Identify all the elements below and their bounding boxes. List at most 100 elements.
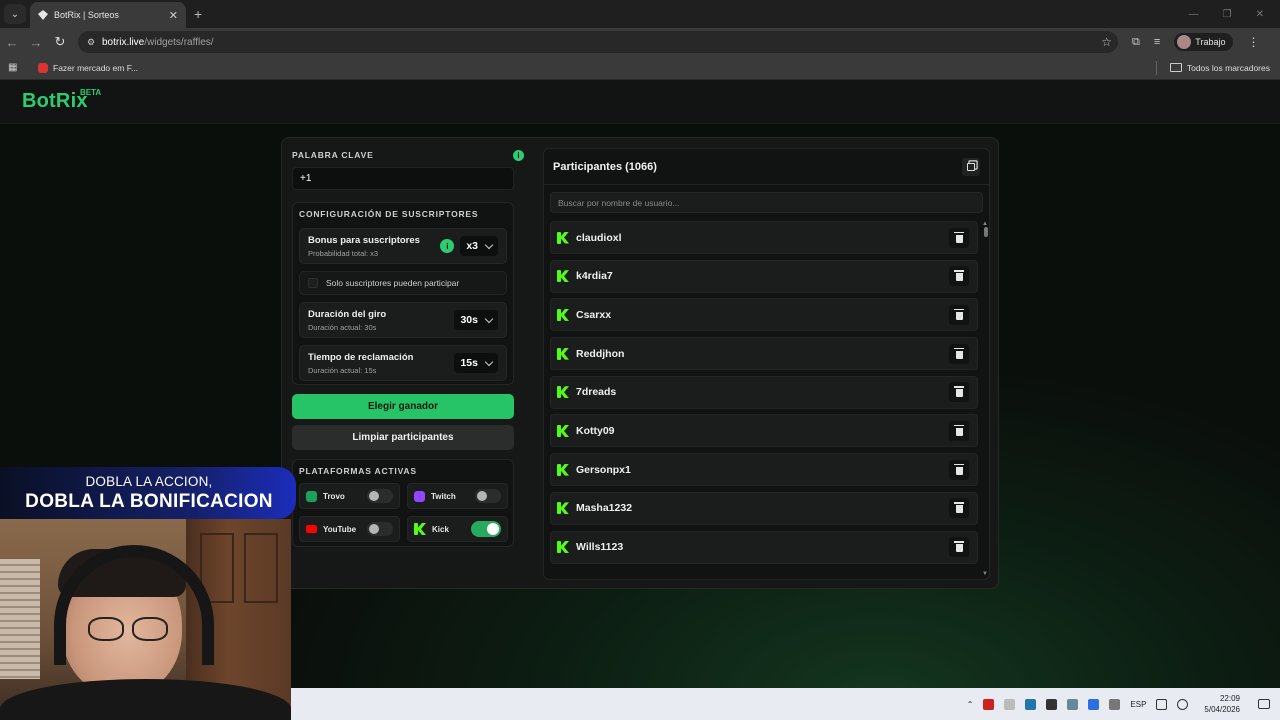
bookmarks-divider: [1155, 60, 1157, 75]
all-bookmarks-link[interactable]: Todos los marcadores: [1187, 63, 1270, 73]
participant-name: Wills1123: [576, 541, 624, 553]
platforms-label: PLATAFORMAS ACTIVAS: [299, 466, 417, 476]
apps-grid-icon[interactable]: ▦: [8, 62, 22, 73]
claim-time-select[interactable]: 15s: [454, 353, 498, 373]
list-item[interactable]: Kotty09: [550, 414, 978, 448]
participant-list: claudioxl k4rdia7 Csarxx Reddjhon 7dread…: [550, 221, 978, 569]
trovo-icon: [306, 490, 317, 502]
wifi-icon[interactable]: [1156, 698, 1168, 710]
twitch-icon: [414, 490, 425, 502]
list-item[interactable]: Gersonpx1: [550, 453, 978, 487]
browser-tab[interactable]: BotRix | Sorteos ✕: [30, 2, 186, 28]
delete-button[interactable]: [949, 459, 969, 480]
shield-icon[interactable]: [1004, 698, 1016, 710]
platform-twitch: Twitch: [407, 483, 508, 509]
minimize-icon[interactable]: —: [1189, 9, 1199, 20]
copy-button[interactable]: [962, 157, 980, 176]
volume-icon[interactable]: [1177, 698, 1189, 710]
scroll-up-icon[interactable]: ▲: [982, 221, 988, 227]
browser-tabbar: ⌄ BotRix | Sorteos ✕ + — ❐ ✕: [0, 0, 1280, 28]
site-header: BotRix BETA: [0, 80, 1280, 124]
claim-time-value: 15s: [460, 357, 478, 369]
close-window-icon[interactable]: ✕: [1256, 9, 1264, 20]
list-item[interactable]: Masha1232: [550, 491, 978, 525]
delete-button[interactable]: [949, 304, 969, 325]
forward-icon[interactable]: →: [24, 35, 48, 50]
list-item[interactable]: k4rdia7: [550, 259, 978, 293]
tab-close-icon[interactable]: ✕: [169, 9, 178, 22]
pick-winner-button[interactable]: Elegir ganador: [292, 394, 514, 419]
delete-button[interactable]: [949, 382, 969, 403]
delete-button[interactable]: [949, 343, 969, 364]
kick-icon: [557, 308, 569, 321]
trovo-toggle[interactable]: [367, 489, 393, 503]
reload-icon[interactable]: ↻: [48, 34, 72, 50]
show-hidden-icons-icon[interactable]: ⌃: [967, 700, 974, 709]
platform-youtube: YouTube: [299, 516, 400, 542]
list-item[interactable]: claudioxl: [550, 221, 978, 254]
media-queue-icon[interactable]: ≡: [1154, 36, 1160, 48]
delete-button[interactable]: [949, 537, 969, 557]
trash-icon: [954, 270, 964, 282]
address-bar[interactable]: ⚙ botrix.live/widgets/raffles/ ☆: [78, 31, 1118, 53]
network-app-icon[interactable]: [1067, 698, 1079, 710]
bonus-info-icon[interactable]: i: [440, 239, 455, 253]
clear-participants-button[interactable]: Limpiar participantes: [292, 425, 514, 450]
delete-button[interactable]: [949, 266, 969, 287]
microphone-icon[interactable]: [1109, 698, 1121, 710]
list-item[interactable]: Csarxx: [550, 298, 978, 332]
scroll-thumb[interactable]: [984, 227, 988, 237]
participant-scrollbar[interactable]: ▲ ▼: [982, 221, 988, 577]
profile-label: Trabajo: [1195, 37, 1226, 47]
browser-menu-icon[interactable]: ⋮: [1247, 35, 1259, 49]
taskbar: ⌃ ESP 22:09 5/04/2026: [291, 688, 1280, 720]
delete-button[interactable]: [949, 498, 969, 519]
botrix-logo[interactable]: BotRix: [22, 90, 88, 113]
participant-search-input[interactable]: Buscar por nombre de usuario...: [550, 192, 983, 213]
participants-title: Participantes (1066): [553, 160, 657, 173]
scroll-down-icon[interactable]: ▼: [982, 571, 988, 577]
bookmark-star-icon[interactable]: ☆: [1101, 35, 1112, 49]
only-subscribers-option[interactable]: Solo suscriptores pueden participar: [299, 271, 507, 295]
url-host: botrix.live: [102, 36, 145, 48]
twitch-toggle[interactable]: [475, 489, 501, 503]
notifications-icon[interactable]: [1258, 699, 1270, 709]
site-info-icon[interactable]: ⚙: [84, 35, 98, 49]
app-tray-icon[interactable]: [983, 698, 995, 710]
youtube-toggle[interactable]: [367, 522, 393, 536]
tab-search-button[interactable]: ⌄: [4, 4, 26, 24]
kick-toggle[interactable]: [471, 521, 501, 537]
list-item[interactable]: 7dreads: [550, 375, 978, 409]
platform-trovo: Trovo: [299, 483, 400, 509]
new-tab-button[interactable]: +: [194, 6, 202, 22]
folder-icon: [1169, 63, 1182, 72]
only-subscribers-checkbox[interactable]: [308, 278, 318, 288]
participant-name: Kotty09: [576, 424, 615, 437]
sync-icon[interactable]: [1025, 698, 1037, 710]
clock[interactable]: 22:09 5/04/2026: [1204, 693, 1240, 715]
spin-duration-select[interactable]: 30s: [454, 310, 498, 330]
delete-button[interactable]: [949, 227, 969, 248]
back-icon[interactable]: ←: [0, 35, 24, 50]
bluetooth-icon[interactable]: [1088, 698, 1100, 710]
system-tray: ⌃ ESP 22:09 5/04/2026: [967, 693, 1270, 715]
keyword-input[interactable]: +1: [292, 167, 514, 190]
subscriber-config-label: CONFIGURACIÓN DE SUSCRIPTORES: [299, 209, 479, 219]
keyword-info-icon[interactable]: i: [513, 149, 524, 161]
url-path: /widgets/raffles/: [144, 36, 214, 48]
list-item[interactable]: Wills1123: [550, 530, 978, 564]
bonus-select[interactable]: x3: [460, 236, 498, 256]
kick-icon: [557, 424, 569, 437]
bookmarks-bar: ▦ Fazer mercado em F... Todos los marcad…: [0, 56, 1280, 80]
list-item[interactable]: Reddjhon: [550, 337, 978, 371]
delete-button[interactable]: [949, 420, 969, 441]
maximize-icon[interactable]: ❐: [1223, 9, 1232, 20]
steam-icon[interactable]: [1046, 698, 1058, 710]
extensions-icon[interactable]: ⧉: [1132, 36, 1140, 49]
botrix-favicon-icon: [38, 10, 48, 20]
profile-button[interactable]: Trabajo: [1174, 33, 1234, 51]
language-indicator[interactable]: ESP: [1130, 700, 1146, 709]
trash-icon: [954, 541, 964, 552]
bookmark-item[interactable]: Fazer mercado em F...: [38, 62, 138, 73]
kick-icon: [557, 502, 569, 515]
